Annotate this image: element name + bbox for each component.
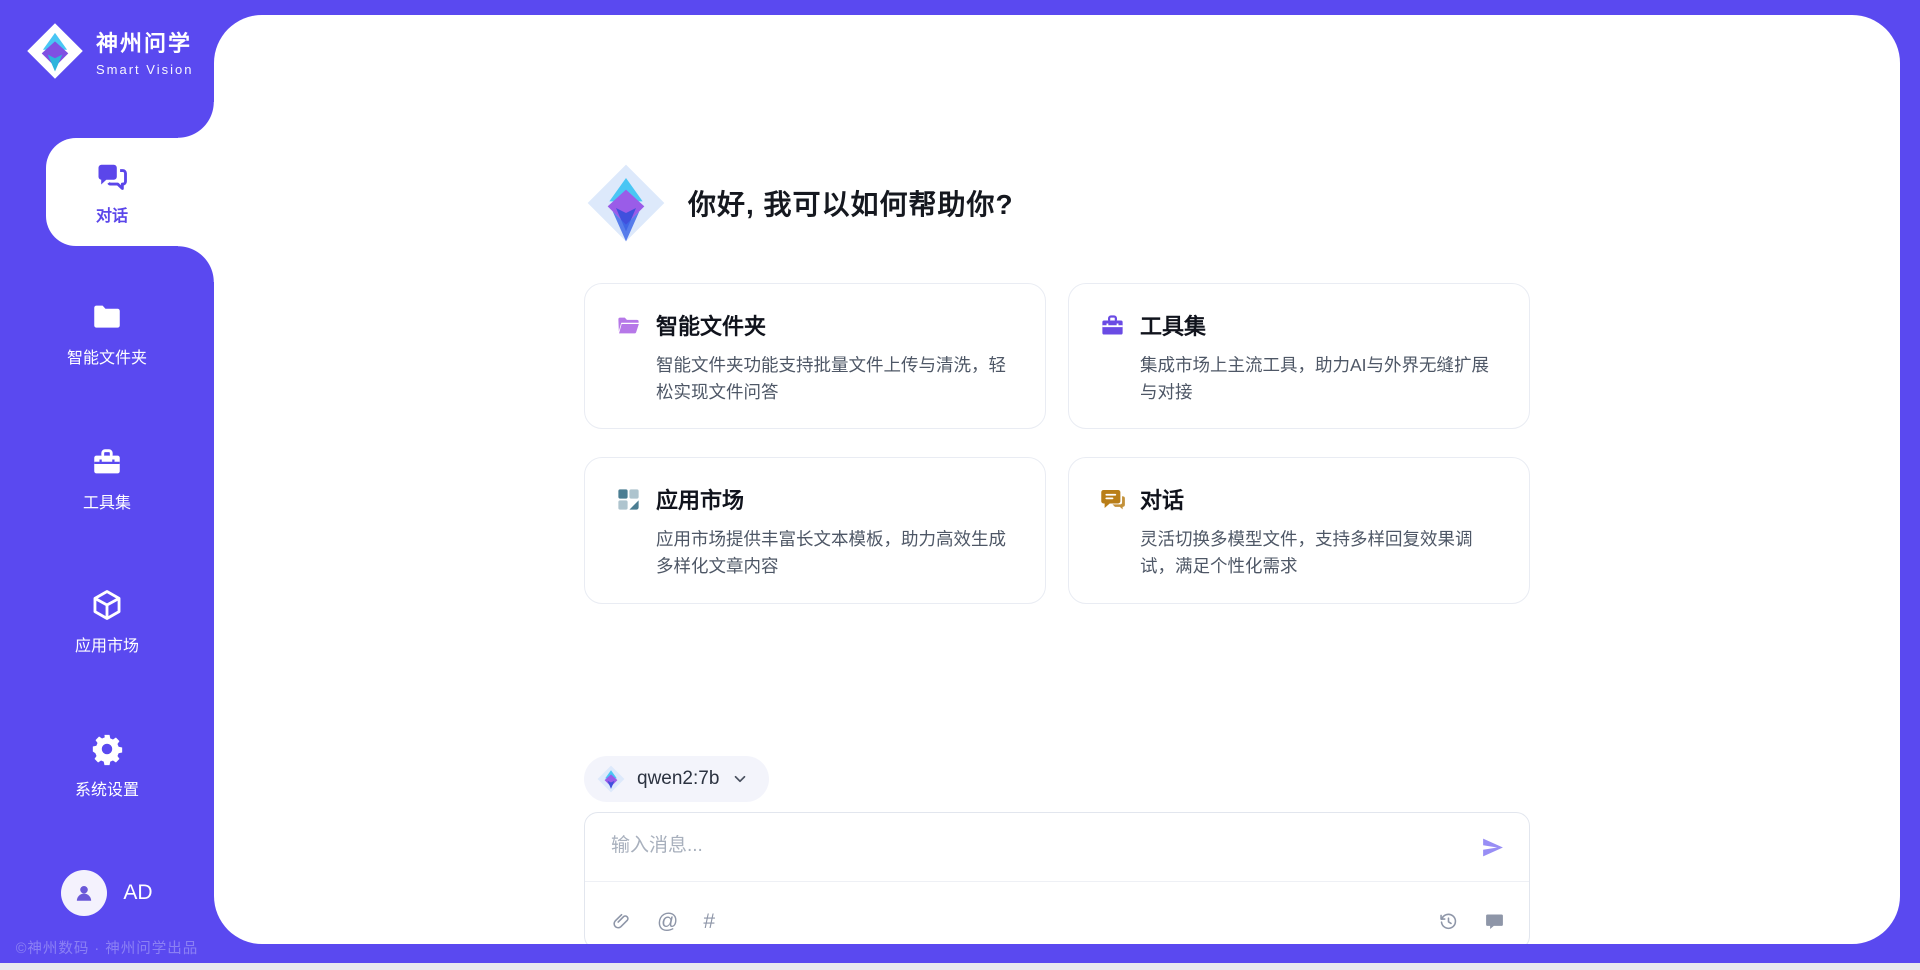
model-name: qwen2:7b <box>637 768 719 790</box>
grid-market-icon <box>615 486 642 513</box>
chat-square-icon <box>1484 911 1505 932</box>
card-head: 智能文件夹 <box>615 309 1015 341</box>
model-selector[interactable]: qwen2:7b <box>584 756 769 802</box>
card-description: 智能文件夹功能支持批量文件上传与清洗，轻松实现文件问答 <box>656 352 1015 406</box>
card-smart-folder[interactable]: 智能文件夹 智能文件夹功能支持批量文件上传与清洗，轻松实现文件问答 <box>584 283 1046 429</box>
tab-curve-top <box>178 102 214 138</box>
app-root: 神州问学 Smart Vision 对话 智能文件夹 <box>0 0 1920 970</box>
brand-subtitle: Smart Vision <box>96 62 193 77</box>
feature-cards: 智能文件夹 智能文件夹功能支持批量文件上传与清洗，轻松实现文件问答 <box>584 283 1530 604</box>
sidebar-item-app-market[interactable]: 应用市场 <box>0 588 214 656</box>
sidebar-item-toolbox[interactable]: 工具集 <box>0 445 214 513</box>
sidebar-item-chat[interactable]: 对话 <box>46 138 214 246</box>
brand-text: 神州问学 Smart Vision <box>96 26 193 77</box>
card-head: 工具集 <box>1099 309 1499 341</box>
assistant-diamond-icon <box>586 163 666 243</box>
cube-icon <box>90 588 124 622</box>
chat-bubbles-icon <box>94 158 130 194</box>
send-button[interactable] <box>1480 835 1505 863</box>
main-panel: 你好, 我可以如何帮助你? 智能文件夹 智能文件夹功能支持批量文件上传与清洗，轻… <box>214 15 1900 944</box>
tab-curve-bottom <box>178 246 214 282</box>
chat-bubble-icon <box>1099 486 1126 513</box>
model-diamond-icon <box>597 765 625 793</box>
send-icon <box>1480 835 1505 860</box>
brand-logo: 神州问学 Smart Vision <box>26 22 193 80</box>
card-description: 集成市场上主流工具，助力AI与外界无缝扩展与对接 <box>1140 352 1499 406</box>
card-title: 工具集 <box>1140 309 1206 341</box>
user-profile[interactable]: AD <box>0 870 214 916</box>
brand-name: 神州问学 <box>96 26 193 58</box>
toolbox-icon <box>90 445 124 479</box>
toolbar-right <box>1438 911 1505 932</box>
user-initials: AD <box>123 881 152 905</box>
composer: qwen2:7b <box>584 756 1530 945</box>
avatar <box>61 870 107 916</box>
composer-divider <box>585 881 1529 882</box>
new-chat-button[interactable] <box>1484 911 1505 932</box>
card-chat[interactable]: 对话 灵活切换多模型文件，支持多样回复效果调试，满足个性化需求 <box>1068 457 1530 603</box>
sidebar-item-settings[interactable]: 系统设置 <box>0 732 214 800</box>
card-title: 智能文件夹 <box>656 309 766 341</box>
card-title: 应用市场 <box>656 483 744 515</box>
sidebar-item-label: 工具集 <box>83 489 131 513</box>
greeting: 你好, 我可以如何帮助你? <box>586 163 1530 243</box>
card-description: 灵活切换多模型文件，支持多样回复效果调试，满足个性化需求 <box>1140 526 1499 580</box>
attach-file-button[interactable] <box>611 911 632 932</box>
at-icon: @ <box>657 911 678 932</box>
message-input[interactable] <box>611 835 1449 857</box>
sidebar-item-label: 智能文件夹 <box>67 344 147 368</box>
sidebar-item-label: 对话 <box>96 202 128 226</box>
hash-icon: # <box>703 911 715 932</box>
folder-icon <box>615 312 642 339</box>
toolbar-left: @ # <box>611 911 715 932</box>
sidebar-footer: ©神州数码 · 神州问学出品 <box>0 937 214 958</box>
topic-button[interactable]: # <box>703 911 715 932</box>
mention-button[interactable]: @ <box>657 911 678 932</box>
sidebar-item-label: 系统设置 <box>75 776 139 800</box>
card-toolbox[interactable]: 工具集 集成市场上主流工具，助力AI与外界无缝扩展与对接 <box>1068 283 1530 429</box>
chevron-down-icon <box>731 770 749 788</box>
message-composer: @ # <box>584 812 1530 945</box>
card-head: 对话 <box>1099 483 1499 515</box>
paperclip-icon <box>611 911 632 932</box>
sidebar: 神州问学 Smart Vision 对话 智能文件夹 <box>0 0 214 970</box>
card-app-market[interactable]: 应用市场 应用市场提供丰富长文本模板，助力高效生成多样化文章内容 <box>584 457 1046 603</box>
card-head: 应用市场 <box>615 483 1015 515</box>
toolbox-icon <box>1099 312 1126 339</box>
card-description: 应用市场提供丰富长文本模板，助力高效生成多样化文章内容 <box>656 526 1015 580</box>
composer-toolbar: @ # <box>611 911 1505 932</box>
sidebar-item-smart-folder[interactable]: 智能文件夹 <box>0 300 214 368</box>
person-icon <box>71 880 97 906</box>
history-icon <box>1438 911 1459 932</box>
sidebar-item-label: 应用市场 <box>75 632 139 656</box>
main-content: 你好, 我可以如何帮助你? 智能文件夹 智能文件夹功能支持批量文件上传与清洗，轻… <box>584 15 1530 944</box>
card-title: 对话 <box>1140 483 1184 515</box>
greeting-title: 你好, 我可以如何帮助你? <box>688 183 1014 223</box>
folder-icon <box>90 300 124 334</box>
gear-icon <box>90 732 124 766</box>
brand-diamond-icon <box>26 22 84 80</box>
history-button[interactable] <box>1438 911 1459 932</box>
bottom-edge-strip <box>0 963 1920 970</box>
